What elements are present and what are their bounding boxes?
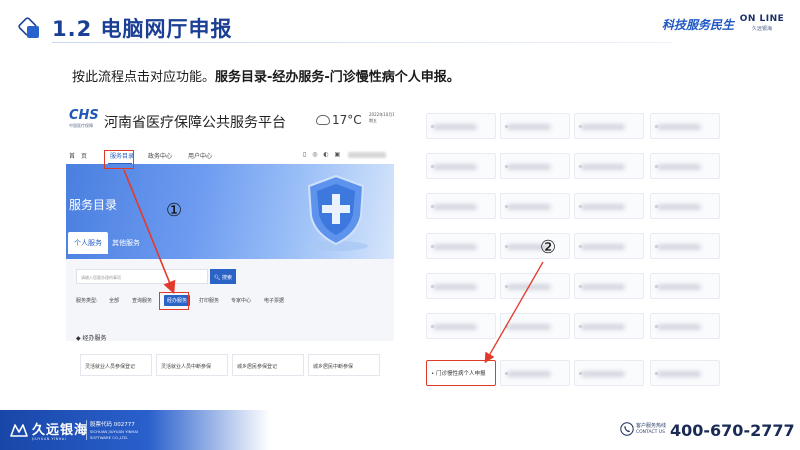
list-item[interactable] xyxy=(500,193,570,219)
search-button-label: 搜索 xyxy=(221,275,232,281)
weather-date: 2022年10月14日 星期五 xyxy=(369,112,394,123)
portal-screenshot: CHS 中国医疗保障 河南省医疗保障公共服务平台 17°C 2022年10月14… xyxy=(66,102,394,390)
company-en-line1: SICHUAN JIUYUAN YINHAI xyxy=(90,429,139,434)
list-item[interactable] xyxy=(500,153,570,179)
service-card-label: 灵活就业人员中断参保 xyxy=(161,364,212,370)
list-item[interactable] xyxy=(500,113,570,139)
page-title: 1.2 电脑网厅申报 xyxy=(52,17,233,41)
instruction-text: 按此流程点击对应功能。服务目录-经办服务-门诊慢性病个人申报。 xyxy=(72,66,460,85)
highlight-handling-service xyxy=(159,292,189,310)
hotline-label-en: CONTACT US xyxy=(636,430,665,435)
list-item[interactable] xyxy=(426,313,496,339)
title-underline xyxy=(52,42,672,43)
search-panel: 请输入您要办理的事项 🔍︎ 搜索 服务类型: 全部 查询服务 经办服务 打印服务… xyxy=(66,259,394,341)
list-item[interactable] xyxy=(574,313,644,339)
service-tabs: 个人服务 其他服务 xyxy=(66,232,226,254)
list-item[interactable] xyxy=(500,273,570,299)
chs-logo-text: CHS xyxy=(69,108,99,123)
type-option-expert[interactable]: 专家中心 xyxy=(231,297,251,304)
service-card[interactable]: 灵活就业人员中断参保 xyxy=(156,354,228,376)
company-name-en: JIUYUAN YINHAI xyxy=(32,437,67,441)
service-type-label: 服务类型: xyxy=(76,298,98,304)
list-item[interactable] xyxy=(426,233,496,259)
list-item[interactable] xyxy=(426,113,496,139)
nav-tool-icons[interactable]: ▯ ◎ ◐ ▣ xyxy=(303,151,342,158)
search-input[interactable]: 请输入您要办理的事项 xyxy=(76,269,208,284)
type-option-all[interactable]: 全部 xyxy=(109,297,119,304)
selected-item-text: 门诊慢性病个人申报 xyxy=(436,371,486,377)
list-item[interactable] xyxy=(500,360,570,386)
list-item[interactable] xyxy=(650,273,720,299)
company-logo-icon xyxy=(10,424,28,437)
service-card[interactable]: 城乡居民中断参保 xyxy=(308,354,380,376)
list-item[interactable] xyxy=(650,233,720,259)
service-card-label: 城乡居民中断参保 xyxy=(313,364,354,370)
chs-logo: CHS 中国医疗保障 xyxy=(69,109,99,129)
chs-logo-sub: 中国医疗保障 xyxy=(69,123,93,128)
tab-personal-services[interactable]: 个人服务 xyxy=(68,232,108,254)
list-item[interactable] xyxy=(574,273,644,299)
selected-item-label: • 门诊慢性病个人申报 xyxy=(431,371,486,377)
stock-code: 股票代码 002777 xyxy=(90,422,135,428)
service-card[interactable]: 城乡居民参保登记 xyxy=(232,354,304,376)
cloud-icon xyxy=(316,115,330,125)
type-option-print[interactable]: 打印服务 xyxy=(199,297,219,304)
online-logo-sub: 久远银海 xyxy=(751,26,772,32)
list-item[interactable] xyxy=(500,313,570,339)
hotline-label: 客户服务热线 xyxy=(636,423,667,429)
section-diamond-icon xyxy=(18,17,39,38)
banner-title: 服务目录 xyxy=(69,198,118,212)
phone-icon xyxy=(620,422,634,436)
type-option-einvoice[interactable]: 电子票据 xyxy=(264,297,284,304)
online-logo-text: ON LINE xyxy=(739,14,785,24)
shield-icon xyxy=(304,174,368,251)
nav-gov-center[interactable]: 政务中心 xyxy=(148,151,172,160)
step-marker-1: ① xyxy=(166,200,183,221)
list-item[interactable] xyxy=(574,360,644,386)
site-name: 河南省医疗保障公共服务平台 xyxy=(104,115,286,131)
list-item[interactable] xyxy=(650,313,720,339)
step-marker-2: ② xyxy=(540,237,557,258)
list-item[interactable] xyxy=(650,113,720,139)
service-card-label: 灵活就业人员参保登记 xyxy=(85,364,136,370)
list-item[interactable] xyxy=(426,153,496,179)
blurred-user-info xyxy=(348,152,386,158)
company-en-line2: SOFTWARE CO.,LTD. xyxy=(90,435,129,440)
temperature: 17°C xyxy=(332,113,362,127)
hotline-number: 400-670-2777 xyxy=(670,421,795,440)
list-item[interactable] xyxy=(426,193,496,219)
highlight-service-catalog xyxy=(104,150,134,169)
service-card-label: 城乡居民参保登记 xyxy=(237,364,278,370)
section-title: 经办服务 xyxy=(82,335,107,342)
search-button[interactable]: 🔍︎ 搜索 xyxy=(210,269,236,284)
service-card[interactable]: 灵活就业人员参保登记 xyxy=(80,354,152,376)
item-chronic-disease-application[interactable]: • 门诊慢性病个人申报 xyxy=(426,360,496,386)
brand-slogan: 科技服务民生 xyxy=(662,18,735,32)
tab-other-services[interactable]: 其他服务 xyxy=(106,232,146,254)
instruction-prefix: 按此流程点击对应功能。 xyxy=(72,70,216,85)
list-item[interactable] xyxy=(650,360,720,386)
list-item[interactable] xyxy=(650,153,720,179)
nav-home[interactable]: 首 页 xyxy=(69,151,87,160)
search-icon: 🔍︎ xyxy=(214,275,221,281)
nav-user-center[interactable]: 用户中心 xyxy=(188,151,212,160)
section-handling-services: ◆ 经办服务 xyxy=(76,335,107,342)
list-item[interactable] xyxy=(426,273,496,299)
footer-divider xyxy=(86,420,87,440)
instruction-path: 服务目录-经办服务-门诊慢性病个人申报。 xyxy=(215,70,460,85)
type-option-query[interactable]: 查询服务 xyxy=(132,297,152,304)
list-item[interactable] xyxy=(574,193,644,219)
online-logo: ON LINE 久远银海 xyxy=(738,14,786,32)
list-item[interactable] xyxy=(574,153,644,179)
list-item[interactable] xyxy=(500,233,570,259)
list-item[interactable] xyxy=(574,233,644,259)
list-item[interactable] xyxy=(650,193,720,219)
footer: 久远银海 JIUYUAN YINHAI 股票代码 002777 SICHUAN … xyxy=(0,410,800,450)
list-item[interactable] xyxy=(574,113,644,139)
company-name: 久远银海 xyxy=(32,423,89,438)
